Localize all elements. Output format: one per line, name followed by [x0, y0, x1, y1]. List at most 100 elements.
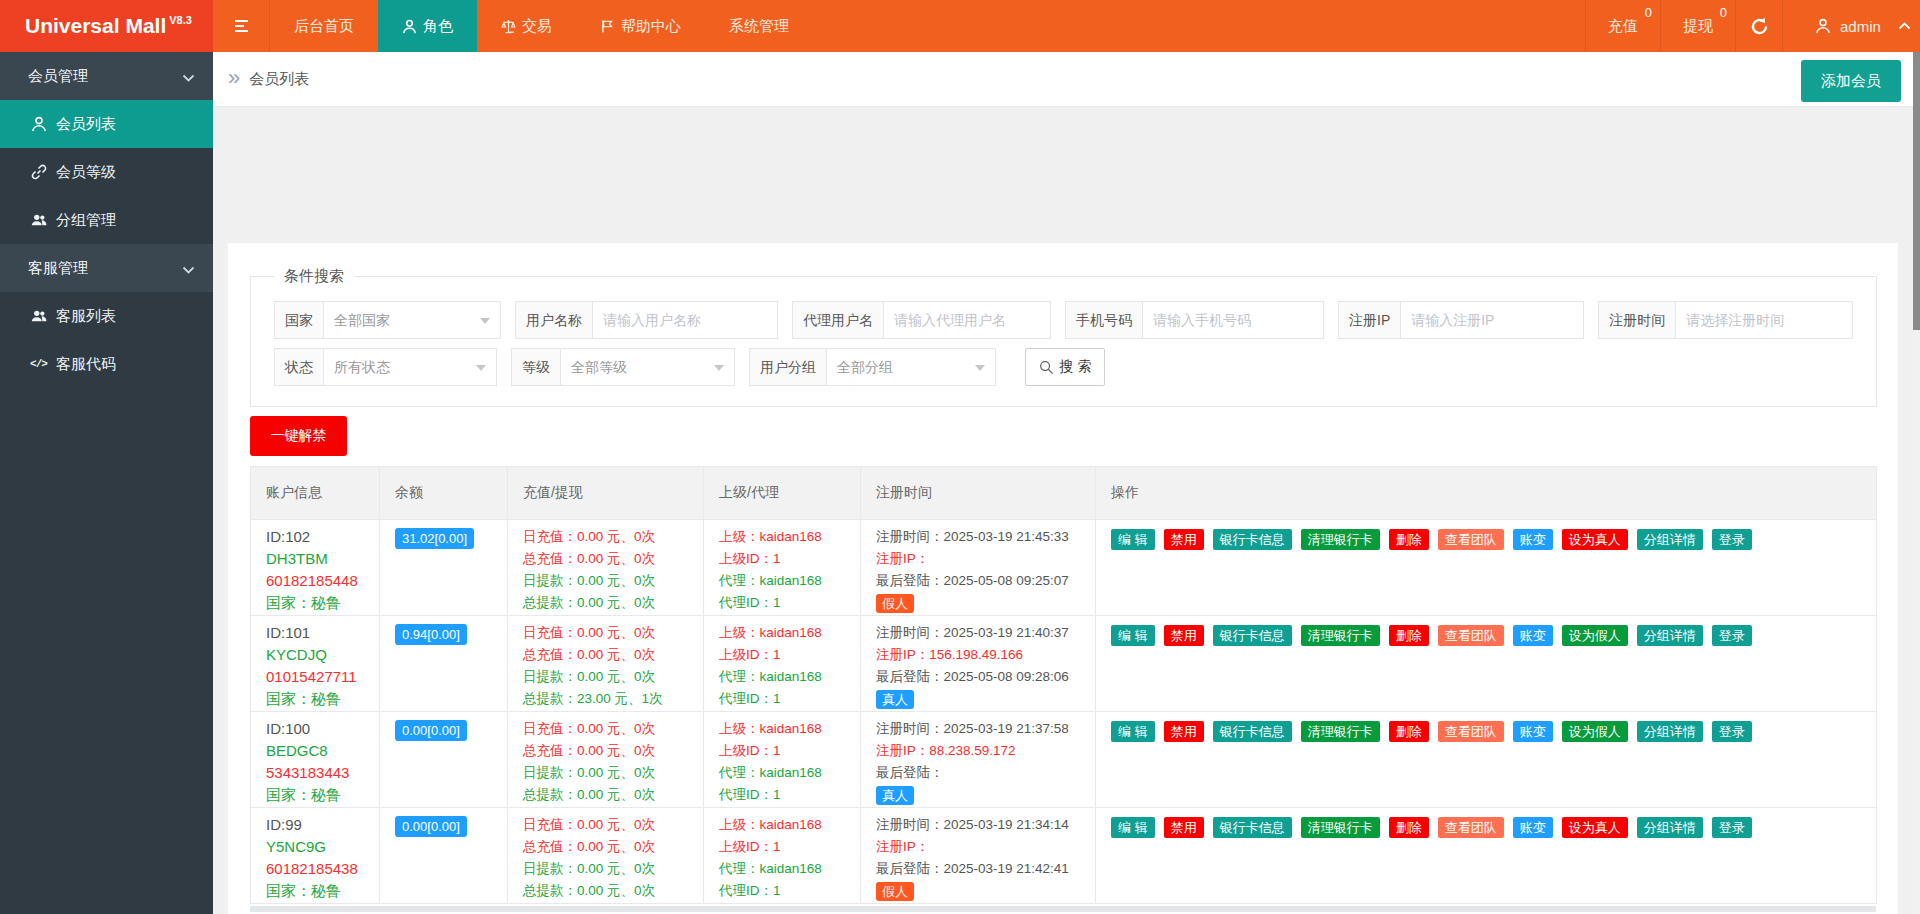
search-field-等级: 等级全部等级 [511, 348, 735, 386]
top-nav-item-5[interactable]: 系统管理 [705, 0, 813, 52]
sidebar-item-2-1[interactable]: 客服列表 [0, 292, 213, 340]
op-button[interactable]: 账变 [1513, 817, 1553, 838]
op-button[interactable]: 编 辑 [1111, 625, 1155, 646]
op-button[interactable]: 清理银行卡 [1301, 817, 1380, 838]
op-button[interactable]: 查看团队 [1438, 721, 1504, 742]
op-button[interactable]: 编 辑 [1111, 721, 1155, 742]
op-button[interactable]: 清理银行卡 [1301, 721, 1380, 742]
users-icon [31, 308, 47, 324]
op-button[interactable]: 账变 [1513, 529, 1553, 550]
col-header-2: 余额 [380, 467, 508, 520]
search-icon [1039, 360, 1054, 375]
op-button[interactable]: 设为假人 [1562, 625, 1628, 646]
op-button[interactable]: 登录 [1712, 817, 1752, 838]
sidebar-item-1-2[interactable]: 会员等级 [0, 148, 213, 196]
top-nav-item-4[interactable]: 帮助中心 [576, 0, 705, 52]
top-nav-item-3[interactable]: 交易 [477, 0, 576, 52]
sidebar-group-1[interactable]: 会员管理 [0, 52, 213, 100]
breadcrumb-icon: » [228, 67, 240, 89]
cell-line: 日提款：0.00 元、0次 [523, 666, 695, 688]
search-button[interactable]: 搜 索 [1025, 348, 1105, 386]
sidebar-item-1-1[interactable]: 会员列表 [0, 100, 213, 148]
select-状态[interactable]: 所有状态 [323, 348, 497, 386]
input-注册IP[interactable]: 请输入注册IP [1400, 301, 1584, 339]
top-nav-label: 系统管理 [729, 17, 789, 36]
cell-line: 注册IP： [876, 548, 1087, 570]
cell-line: 上级：kaidan168 [719, 622, 852, 644]
cell-agent: 上级：kaidan168上级ID：1代理：kaidan168代理ID：1 [704, 616, 861, 712]
op-button[interactable]: 分组详情 [1637, 817, 1703, 838]
op-button[interactable]: 查看团队 [1438, 817, 1504, 838]
op-button[interactable]: 银行卡信息 [1213, 529, 1292, 550]
select-用户分组[interactable]: 全部分组 [826, 348, 996, 386]
sidebar-group-2[interactable]: 客服管理 [0, 244, 213, 292]
cell-line: 注册IP： [876, 836, 1087, 858]
admin-menu[interactable]: admin [1782, 0, 1920, 52]
input-用户名称[interactable]: 请输入用户名称 [592, 301, 778, 339]
recharge-menu[interactable]: 充值 0 [1585, 0, 1660, 52]
op-button[interactable]: 清理银行卡 [1301, 529, 1380, 550]
op-button[interactable]: 账变 [1513, 721, 1553, 742]
dropdown-arrow-icon [476, 365, 486, 371]
hamburger-icon [235, 20, 248, 32]
input-代理用户名[interactable]: 请输入代理用户名 [883, 301, 1051, 339]
op-button[interactable]: 银行卡信息 [1213, 625, 1292, 646]
cell-line: 上级ID：1 [719, 740, 852, 762]
cell-register: 注册时间：2025-03-19 21:37:58注册IP：88.238.59.1… [861, 712, 1096, 808]
op-button[interactable]: 分组详情 [1637, 529, 1703, 550]
withdraw-menu[interactable]: 提现 0 [1660, 0, 1735, 52]
op-button[interactable]: 分组详情 [1637, 625, 1703, 646]
cell-line: 日充值：0.00 元、0次 [523, 526, 695, 548]
op-button[interactable]: 设为假人 [1562, 721, 1628, 742]
horizontal-scrollbar[interactable] [250, 906, 1876, 912]
op-button[interactable]: 登录 [1712, 625, 1752, 646]
op-button[interactable]: 禁用 [1164, 529, 1204, 550]
cell-line: 5343183443 [266, 762, 371, 784]
op-button[interactable]: 禁用 [1164, 721, 1204, 742]
cell-line: 上级：kaidan168 [719, 814, 852, 836]
op-button[interactable]: 删除 [1389, 721, 1429, 742]
refresh-button[interactable] [1735, 0, 1782, 52]
op-button[interactable]: 登录 [1712, 529, 1752, 550]
op-button[interactable]: 登录 [1712, 721, 1752, 742]
table-row-4: ID:99Y5NC9G60182185438国家：秘鲁0.00[0.00]日充值… [251, 808, 1877, 904]
balance-badge: 0.00[0.00] [395, 816, 467, 837]
op-button[interactable]: 删除 [1389, 529, 1429, 550]
op-button[interactable]: 清理银行卡 [1301, 625, 1380, 646]
col-header-5: 注册时间 [861, 467, 1096, 520]
op-button[interactable]: 禁用 [1164, 817, 1204, 838]
op-button[interactable]: 设为真人 [1562, 529, 1628, 550]
op-button[interactable]: 删除 [1389, 625, 1429, 646]
op-button[interactable]: 银行卡信息 [1213, 721, 1292, 742]
input-手机号码[interactable]: 请输入手机号码 [1142, 301, 1324, 339]
add-member-button[interactable]: 添加会员 [1801, 60, 1901, 102]
chevron-up-icon [1898, 22, 1911, 30]
search-fieldset: 条件搜索 国家全部国家用户名称请输入用户名称代理用户名请输入代理用户名手机号码请… [250, 267, 1877, 407]
input-注册时间[interactable]: 请选择注册时间 [1675, 301, 1853, 339]
search-field-注册时间: 注册时间请选择注册时间 [1598, 301, 1853, 339]
unban-all-button[interactable]: 一键解禁 [250, 416, 347, 456]
flag-icon [600, 19, 615, 34]
vertical-scrollbar[interactable] [1913, 52, 1920, 914]
scrollbar-thumb[interactable] [1913, 52, 1920, 330]
op-button[interactable]: 查看团队 [1438, 625, 1504, 646]
op-button[interactable]: 分组详情 [1637, 721, 1703, 742]
op-button[interactable]: 银行卡信息 [1213, 817, 1292, 838]
sidebar-item-2-2[interactable]: </>客服代码 [0, 340, 213, 388]
breadcrumb: 会员列表 [249, 70, 309, 89]
cell-ops: 编 辑禁用银行卡信息清理银行卡删除查看团队账变设为真人分组详情登录 [1096, 520, 1877, 616]
cell-line: 日提款：0.00 元、0次 [523, 570, 695, 592]
top-nav-item-1[interactable]: 后台首页 [270, 0, 378, 52]
op-button[interactable]: 编 辑 [1111, 817, 1155, 838]
select-等级[interactable]: 全部等级 [560, 348, 735, 386]
select-国家[interactable]: 全部国家 [323, 301, 501, 339]
op-button[interactable]: 查看团队 [1438, 529, 1504, 550]
collapse-menu-button[interactable] [213, 0, 270, 52]
op-button[interactable]: 设为真人 [1562, 817, 1628, 838]
op-button[interactable]: 删除 [1389, 817, 1429, 838]
op-button[interactable]: 账变 [1513, 625, 1553, 646]
op-button[interactable]: 编 辑 [1111, 529, 1155, 550]
top-nav-item-2[interactable]: 角色 [378, 0, 477, 52]
sidebar-item-1-3[interactable]: 分组管理 [0, 196, 213, 244]
op-button[interactable]: 禁用 [1164, 625, 1204, 646]
